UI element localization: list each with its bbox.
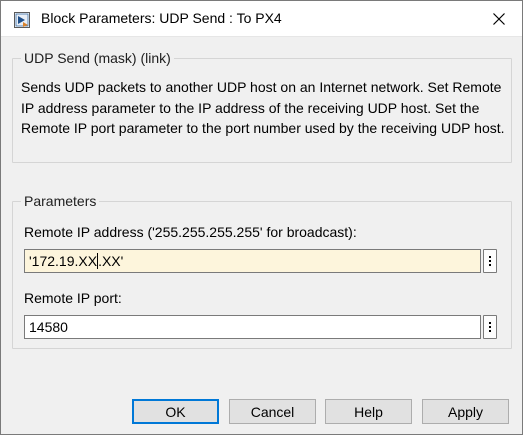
mask-header: UDP Send (mask) (link) xyxy=(21,50,174,66)
window-title: Block Parameters: UDP Send : To PX4 xyxy=(41,10,282,26)
simulink-block-icon xyxy=(14,12,30,28)
close-icon xyxy=(493,12,505,25)
block-parameters-dialog: Block Parameters: UDP Send : To PX4 UDP … xyxy=(0,0,523,435)
ok-button[interactable]: OK xyxy=(132,399,219,424)
apply-button[interactable]: Apply xyxy=(422,399,509,424)
mask-description: Sends UDP packets to another UDP host on… xyxy=(21,79,505,136)
vertical-ellipsis-icon xyxy=(489,322,491,324)
parameters-header: Parameters xyxy=(21,193,100,209)
remote-ip-value-before-caret: '172.19.XX xyxy=(29,253,98,269)
remote-ip-value-after-caret: .XX' xyxy=(98,253,124,269)
remote-port-label: Remote IP port: xyxy=(24,290,122,306)
help-button[interactable]: Help xyxy=(325,399,412,424)
cancel-button[interactable]: Cancel xyxy=(229,399,316,424)
vertical-ellipsis-icon xyxy=(489,256,491,258)
close-button[interactable] xyxy=(476,1,522,36)
remote-port-input[interactable]: 14580 xyxy=(24,315,481,339)
remote-port-more-options-button[interactable] xyxy=(483,315,497,339)
title-bar[interactable]: Block Parameters: UDP Send : To PX4 xyxy=(1,1,522,37)
remote-ip-label: Remote IP address ('255.255.255.255' for… xyxy=(24,224,357,240)
remote-ip-more-options-button[interactable] xyxy=(483,249,497,273)
remote-ip-input[interactable]: '172.19.XX.XX' xyxy=(24,249,481,273)
